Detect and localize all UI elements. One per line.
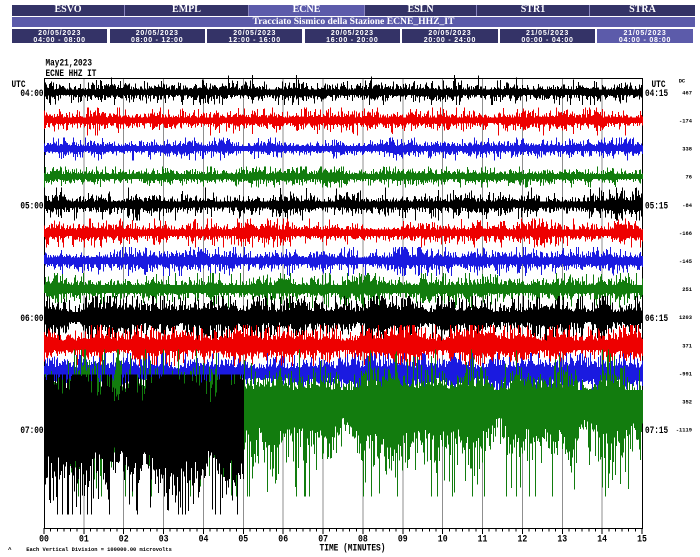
svg-text:11: 11	[478, 533, 488, 545]
svg-text:04: 04	[199, 533, 209, 545]
svg-text:12: 12	[517, 533, 527, 545]
svg-text:06:15: 06:15	[645, 313, 668, 324]
svg-text:^: ^	[8, 547, 12, 554]
svg-text:07:00: 07:00	[20, 425, 43, 436]
svg-text:06:00: 06:00	[20, 313, 43, 324]
svg-text:-1119: -1119	[676, 428, 692, 434]
svg-text:467: 467	[682, 90, 692, 96]
svg-text:00: 00	[39, 533, 49, 545]
svg-text:10: 10	[438, 533, 448, 545]
svg-text:-174: -174	[679, 119, 693, 125]
svg-text:01: 01	[79, 533, 89, 545]
svg-text:04:00: 04:00	[20, 88, 43, 99]
svg-text:371: 371	[682, 343, 692, 349]
svg-text:-991: -991	[679, 371, 692, 377]
svg-text:09: 09	[398, 533, 408, 545]
svg-text:14: 14	[597, 533, 607, 545]
svg-text:07:15: 07:15	[645, 425, 668, 436]
svg-text:06: 06	[278, 533, 288, 545]
svg-text:338: 338	[682, 147, 692, 153]
svg-text:03: 03	[159, 533, 169, 545]
svg-text:02: 02	[119, 533, 129, 545]
svg-text:-166: -166	[679, 231, 692, 237]
svg-text:1203: 1203	[679, 315, 692, 321]
svg-text:15: 15	[637, 533, 647, 545]
svg-text:05:15: 05:15	[645, 201, 668, 212]
svg-text:05:00: 05:00	[20, 201, 43, 212]
svg-text:05: 05	[238, 533, 248, 545]
svg-text:352: 352	[682, 400, 692, 406]
svg-text:251: 251	[682, 287, 692, 293]
svg-text:May21,2023: May21,2023	[46, 58, 92, 69]
svg-text:Each Vertical Division = 10000: Each Vertical Division = 100000.00 micro…	[26, 547, 172, 553]
svg-text:-145: -145	[679, 259, 692, 265]
svg-text:DC: DC	[679, 79, 686, 85]
svg-text:TIME (MINUTES): TIME (MINUTES)	[320, 543, 386, 554]
svg-text:-84: -84	[682, 203, 692, 209]
svg-text:ECNE HHZ IT: ECNE HHZ IT	[46, 68, 98, 79]
svg-text:04:15: 04:15	[645, 88, 668, 99]
svg-text:76: 76	[686, 175, 692, 181]
svg-text:13: 13	[557, 533, 567, 545]
